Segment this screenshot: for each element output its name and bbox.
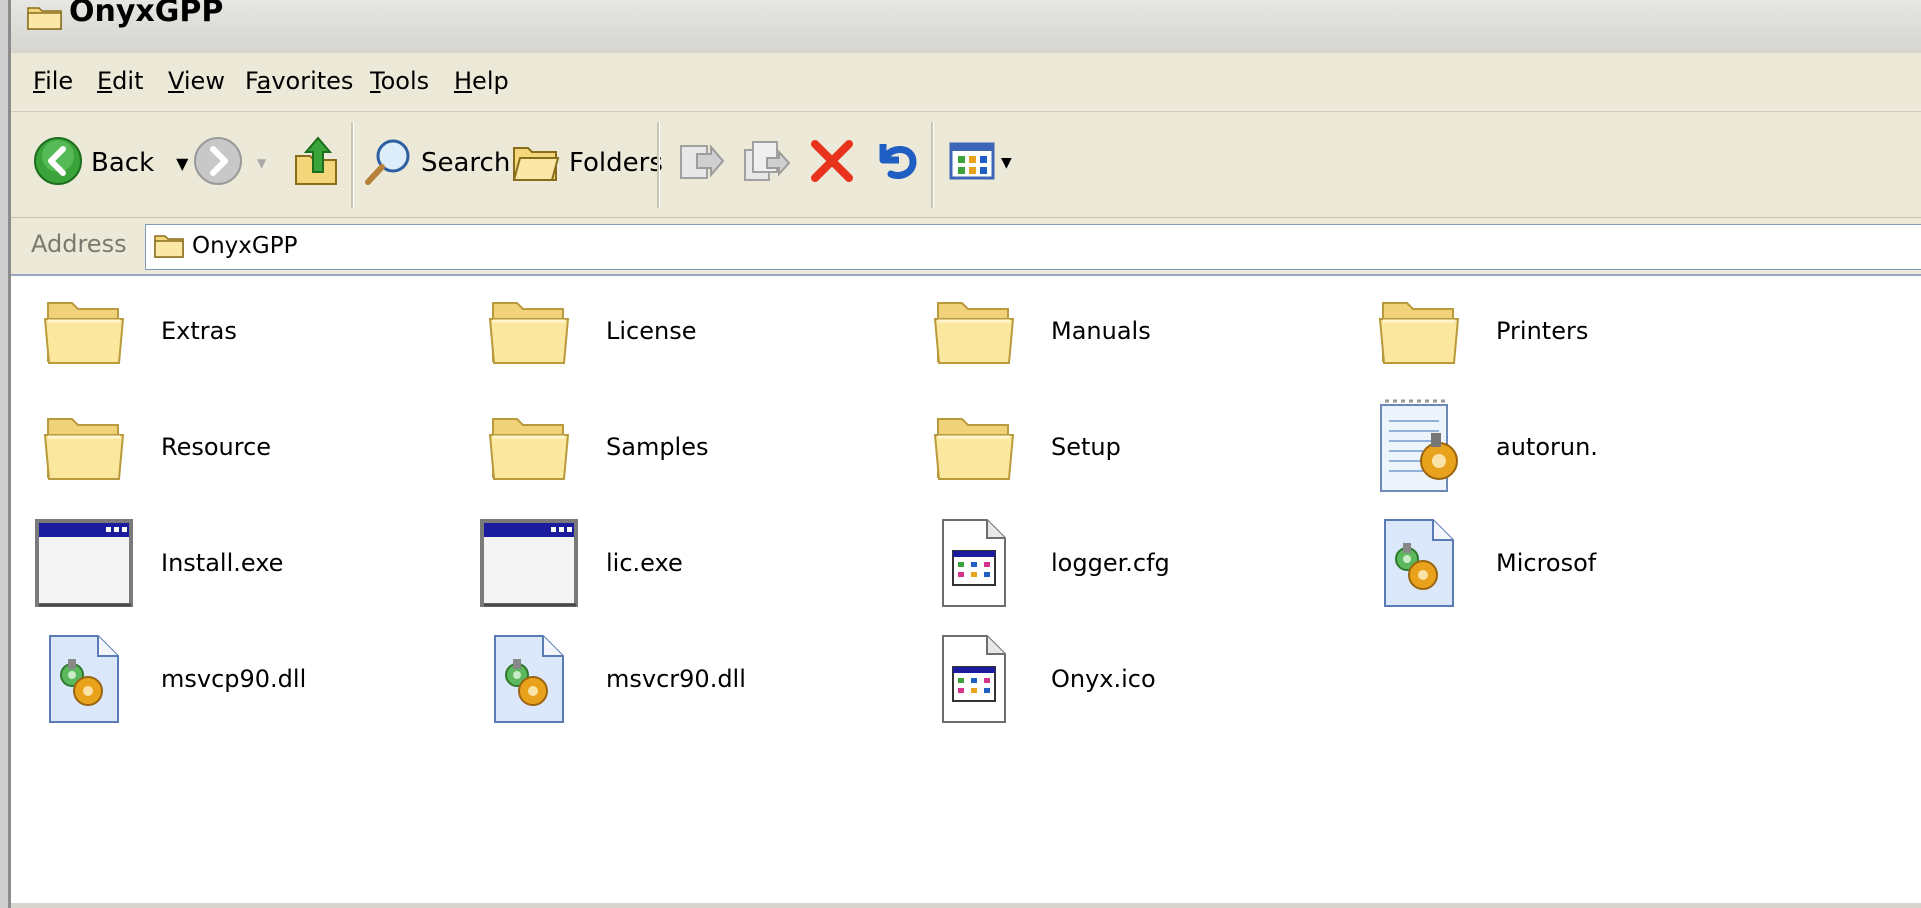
folders-label: Folders bbox=[569, 148, 663, 178]
file-name: Extras bbox=[161, 317, 237, 345]
exe-window-icon bbox=[474, 508, 584, 618]
explorer-window: OnyxGPP File Edit View Favorites Tools H… bbox=[0, 0, 1921, 908]
delete-icon bbox=[807, 136, 857, 190]
copy-to-icon bbox=[741, 136, 791, 190]
back-label: Back bbox=[91, 148, 155, 178]
address-bar: Address OnyxGPP bbox=[11, 218, 1921, 276]
file-name: Samples bbox=[606, 433, 709, 461]
menu-bar: File Edit View Favorites Tools Help bbox=[11, 53, 1921, 112]
file-item[interactable]: Printers bbox=[1364, 276, 1904, 386]
folders-button[interactable]: Folders bbox=[511, 136, 663, 190]
file-name: Resource bbox=[161, 433, 272, 461]
window-title: OnyxGPP bbox=[69, 0, 224, 29]
forward-button[interactable]: ▼ bbox=[193, 136, 266, 190]
file-name: Printers bbox=[1496, 317, 1589, 345]
file-name: autorun. bbox=[1496, 433, 1598, 461]
address-value: OnyxGPP bbox=[192, 233, 298, 259]
file-name: Install.exe bbox=[161, 549, 284, 577]
folder-icon bbox=[919, 392, 1029, 502]
search-button[interactable]: Search bbox=[363, 136, 510, 190]
views-dropdown-icon[interactable]: ▼ bbox=[1001, 155, 1012, 171]
views-button[interactable]: ▼ bbox=[947, 136, 1012, 190]
menu-favorites[interactable]: Favorites bbox=[245, 67, 353, 95]
file-name: Microsof bbox=[1496, 549, 1597, 577]
file-name: lic.exe bbox=[606, 549, 683, 577]
generic-file-icon bbox=[919, 508, 1029, 618]
folders-icon bbox=[511, 136, 561, 190]
undo-button[interactable] bbox=[871, 136, 921, 190]
search-icon bbox=[363, 136, 413, 190]
forward-dropdown-icon[interactable]: ▼ bbox=[257, 156, 266, 170]
folder-icon bbox=[919, 276, 1029, 386]
move-to-button[interactable] bbox=[675, 136, 725, 190]
toolbar: Back ▼ ▼ Search Folders ▼ bbox=[11, 112, 1921, 218]
folder-icon bbox=[27, 4, 63, 34]
file-item[interactable]: Microsof bbox=[1364, 508, 1904, 618]
address-input[interactable]: OnyxGPP bbox=[145, 224, 1921, 270]
file-item[interactable]: Onyx.ico bbox=[919, 624, 1459, 734]
menu-edit[interactable]: Edit bbox=[97, 67, 143, 95]
up-folder-button[interactable] bbox=[292, 134, 342, 192]
dll-gear-icon bbox=[474, 624, 584, 734]
menu-file[interactable]: File bbox=[33, 67, 73, 95]
move-to-icon bbox=[675, 136, 725, 190]
file-name: Onyx.ico bbox=[1051, 665, 1156, 693]
file-list: Extras License Manuals Printers Resource Samp… bbox=[11, 276, 1921, 908]
undo-icon bbox=[871, 136, 921, 190]
file-name: msvcp90.dll bbox=[161, 665, 307, 693]
autorun-inf-icon bbox=[1364, 392, 1474, 502]
file-name: Setup bbox=[1051, 433, 1121, 461]
back-dropdown-icon[interactable]: ▼ bbox=[176, 154, 188, 173]
up-folder-icon bbox=[292, 134, 342, 192]
file-name: Manuals bbox=[1051, 317, 1151, 345]
file-name: msvcr90.dll bbox=[606, 665, 746, 693]
file-name: License bbox=[606, 317, 697, 345]
generic-file-icon bbox=[919, 624, 1029, 734]
menu-help[interactable]: Help bbox=[454, 67, 509, 95]
folder-icon bbox=[29, 276, 139, 386]
exe-window-icon bbox=[29, 508, 139, 618]
file-item[interactable]: autorun. bbox=[1364, 392, 1904, 502]
title-bar[interactable]: OnyxGPP bbox=[11, 0, 1921, 54]
delete-button[interactable] bbox=[807, 136, 857, 190]
folder-icon bbox=[154, 233, 184, 263]
toolbar-separator bbox=[657, 122, 660, 208]
back-arrow-icon bbox=[33, 136, 83, 190]
menu-tools[interactable]: Tools bbox=[370, 67, 429, 95]
toolbar-separator bbox=[931, 122, 934, 208]
menu-view[interactable]: View bbox=[168, 67, 225, 95]
window-border bbox=[0, 0, 8, 908]
folder-icon bbox=[474, 276, 584, 386]
folder-icon bbox=[1364, 276, 1474, 386]
file-name: logger.cfg bbox=[1051, 549, 1170, 577]
folder-icon bbox=[474, 392, 584, 502]
window-bottom-border bbox=[11, 903, 1921, 908]
back-button[interactable]: Back ▼ bbox=[33, 136, 188, 190]
search-label: Search bbox=[421, 148, 511, 178]
folder-icon bbox=[29, 392, 139, 502]
dll-gear-icon bbox=[29, 624, 139, 734]
copy-to-button[interactable] bbox=[741, 136, 791, 190]
views-icon bbox=[947, 136, 997, 190]
dll-gear-icon bbox=[1364, 508, 1474, 618]
toolbar-separator bbox=[351, 122, 354, 208]
forward-arrow-icon bbox=[193, 136, 243, 190]
address-label: Address bbox=[31, 230, 127, 258]
